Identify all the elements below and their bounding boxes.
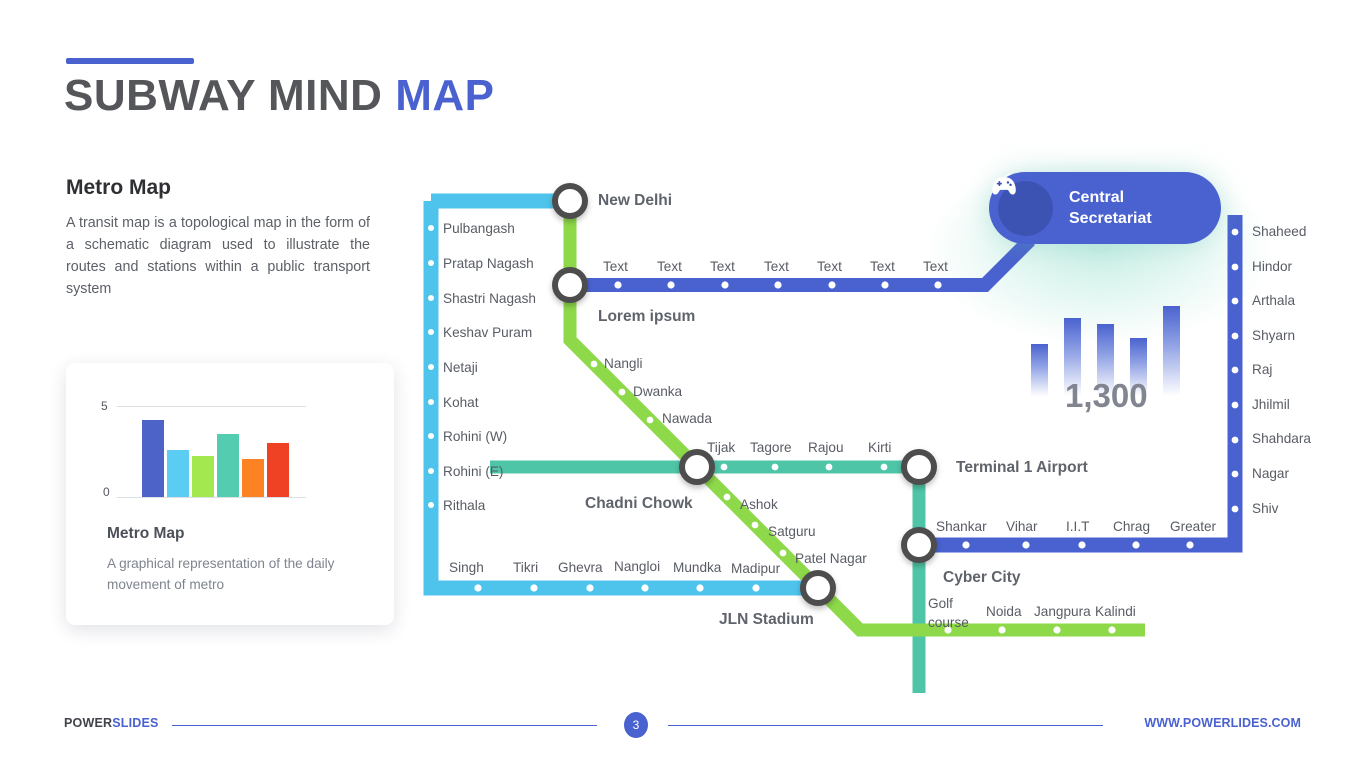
station-label-nangli: Nangli (604, 356, 643, 371)
station-label-tijak: Tijak (707, 440, 736, 455)
station-label-ghevra: Ghevra (558, 560, 603, 575)
station-label-shahdara: Shahdara (1252, 431, 1311, 446)
interchange-label-lorem-ipsum: Lorem ipsum (598, 308, 696, 325)
interchange-label-chadni-chowk: Chadni Chowk (585, 495, 693, 512)
station-label-rohini-e: Rohini (E) (443, 464, 504, 479)
station-label-keshav-puram: Keshav Puram (443, 325, 533, 340)
gamepad-icon (992, 172, 1053, 236)
station-label-ashok: Ashok (740, 497, 778, 512)
callout-line-2: Secretariat (1069, 210, 1152, 227)
footer-logo: POWERSLIDES (64, 716, 159, 730)
footer-logo-bold: POWER (64, 716, 113, 730)
station-label-text-6: Text (870, 259, 895, 274)
station-label-patel-nagar: Patel Nagar (795, 551, 867, 566)
station-label-text-5: Text (817, 259, 842, 274)
station-label-text-1: Text (603, 259, 628, 274)
station-label-nagar: Nagar (1252, 466, 1290, 481)
central-secretariat-callout[interactable]: Central Secretariat (989, 172, 1221, 244)
station-label-rohini-w: Rohini (W) (443, 429, 508, 444)
station-label-nawada: Nawada (662, 411, 712, 426)
interchange-label-jln-stadium: JLN Stadium (719, 611, 814, 628)
station-label-text-4: Text (764, 259, 789, 274)
stat-bar (1163, 306, 1180, 396)
callout-line-1: Central (1069, 189, 1125, 206)
station-label-jangpura: Jangpura (1034, 604, 1091, 619)
station-label-rithala: Rithala (443, 498, 486, 513)
station-label-greater: Greater (1170, 519, 1217, 534)
station-label-rajou: Rajou (808, 440, 844, 455)
station-label-satguru: Satguru (768, 524, 816, 539)
station-label-mundka: Mundka (673, 560, 722, 575)
station-label-hindor: Hindor (1252, 259, 1293, 274)
interchange-label-cyber-city: Cyber City (943, 569, 1021, 586)
station-label-shyarn: Shyarn (1252, 328, 1296, 343)
metro-map-diagram: Pulbangash Pratap Nagash Shastri Nagash … (0, 0, 1365, 767)
interchange-node-chadni-chowk[interactable] (679, 449, 715, 485)
station-label-vihar: Vihar (1006, 519, 1038, 534)
footer-rule-left (172, 725, 597, 726)
station-label-noida: Noida (986, 604, 1022, 619)
station-label-tikri: Tikri (513, 560, 539, 575)
footer-url[interactable]: WWW.POWERLIDES.COM (1144, 716, 1301, 730)
callout-text: Central Secretariat (1069, 187, 1152, 229)
footer-page-number: 3 (624, 712, 648, 738)
station-label-text-2: Text (657, 259, 682, 274)
teal-line (490, 460, 926, 693)
station-label-iit: I.I.T (1066, 519, 1090, 534)
interchange-node-cyber-city[interactable] (901, 527, 937, 563)
station-label-nangloi: Nangloi (614, 559, 661, 574)
stat-value: 1,300 (1065, 377, 1148, 414)
interchange-node-terminal-1-airport[interactable] (901, 449, 937, 485)
station-label-madipur: Madipur (731, 561, 781, 576)
interchange-label-terminal-1-airport: Terminal 1 Airport (956, 459, 1088, 476)
footer-logo-accent: SLIDES (112, 716, 159, 730)
station-label-singh: Singh (449, 560, 484, 575)
station-label-kirti: Kirti (868, 440, 892, 455)
stat-bar (1031, 344, 1048, 396)
station-label-golf-course: Golf course (928, 596, 969, 630)
interchange-node-lorem-ipsum[interactable] (552, 267, 588, 303)
station-label-dwanka: Dwanka (633, 384, 683, 399)
interchange-label-new-delhi: New Delhi (598, 192, 673, 209)
footer-rule-right (668, 725, 1103, 726)
gamepad-icon-svg (992, 172, 1016, 195)
interchange-node-jln-stadium[interactable] (800, 570, 836, 606)
station-label-tagore: Tagore (750, 440, 792, 455)
station-label-pratap-nagash: Pratap Nagash (443, 256, 534, 271)
interchange-node-new-delhi[interactable] (552, 183, 588, 219)
interchange-nodes (552, 183, 937, 606)
station-label-shankar: Shankar (936, 519, 987, 534)
station-label-kalindi: Kalindi (1095, 604, 1136, 619)
station-label-text-7: Text (923, 259, 948, 274)
station-label-shastri-nagash: Shastri Nagash (443, 291, 536, 306)
slide: SUBWAY MIND MAP Metro Map A transit map … (0, 0, 1365, 767)
station-label-text-3: Text (710, 259, 735, 274)
station-label-netaji: Netaji (443, 360, 478, 375)
station-label-jhilmil: Jhilmil (1252, 397, 1290, 412)
station-label-arthala: Arthala (1252, 293, 1296, 308)
station-label-pulbangash: Pulbangash (443, 221, 515, 236)
station-label-shiv: Shiv (1252, 501, 1279, 516)
station-label-raj: Raj (1252, 362, 1273, 377)
station-label-shaheed: Shaheed (1252, 224, 1307, 239)
station-label-kohat: Kohat (443, 395, 479, 410)
station-label-chrag: Chrag (1113, 519, 1151, 534)
